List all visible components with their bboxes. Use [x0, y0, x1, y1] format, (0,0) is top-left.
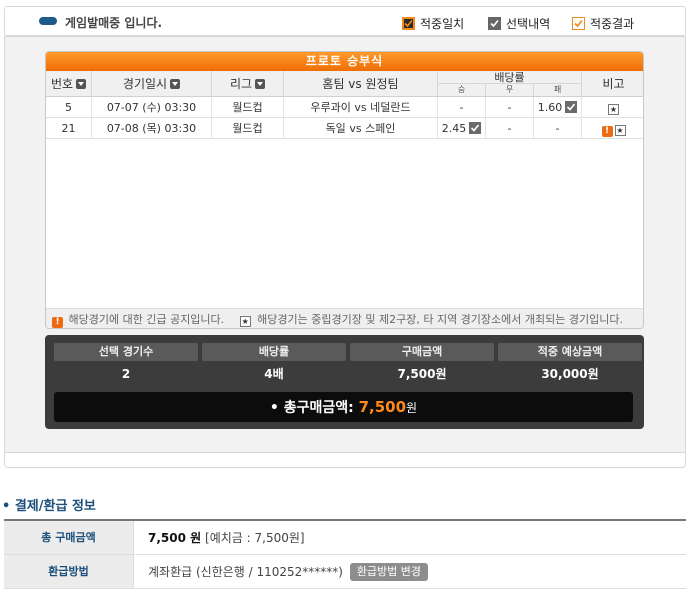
change-refund-button[interactable]: 환급방법 변경 [349, 563, 429, 581]
summary-value-odds: 4배 [264, 367, 284, 381]
odds-win[interactable]: - [438, 97, 486, 118]
home-team: 우루과이 [310, 101, 351, 114]
sort-league[interactable]: 리그 [212, 71, 284, 97]
refund-value-cell: 계좌환급 (신한은행 / 110252******) 환급방법 변경 [134, 555, 429, 588]
header-date: 경기일시 [122, 77, 168, 91]
status-bar: 게임발매중 입니다. 적중일치 선택내역 적중결과 [4, 6, 686, 36]
row-league: 월드컵 [212, 118, 284, 139]
summary-value-expected: 30,000원 [541, 367, 599, 381]
notice-star-text: 해당경기는 중립경기장 및 제2구장, 타 지역 경기장소에서 개최되는 경기입… [257, 313, 623, 326]
header-win: 승 [438, 84, 486, 96]
row-teams: 독일 vs 스페인 [284, 118, 438, 139]
refund-label: 환급방법 [4, 555, 134, 588]
home-team: 독일 [325, 122, 346, 135]
warning-icon[interactable]: ! [601, 126, 613, 137]
row-date: 07-07 (수) 03:30 [92, 97, 212, 118]
odds-draw[interactable]: - [486, 97, 534, 118]
deposit-text: [예치금 : 7,500원] [205, 531, 305, 545]
row-note: ★ [582, 97, 643, 118]
total-label: 총구매금액: [283, 400, 354, 416]
notice-warn-text: 해당경기에 대한 긴급 공지입니다. [68, 313, 225, 326]
star-icon: ★ [239, 316, 251, 327]
check-icon [565, 101, 578, 113]
legend-match-label: 적중일치 [420, 17, 465, 31]
header-lose: 패 [553, 85, 562, 94]
away-team: 스페인 [365, 122, 396, 135]
row-note: ! ★ [582, 118, 643, 139]
odds-lose-value: 1.60 [537, 101, 563, 114]
legend-match: 적중일치 [402, 15, 464, 32]
purchase-value: 7,500 원 [148, 531, 202, 545]
sort-icon [76, 79, 87, 89]
header-draw: 무 [486, 84, 534, 96]
bullet-icon: • [2, 499, 11, 514]
game-card: 프로토 승부식 번호 경기일시 리그 홈팀 vs 원정팀 배당률 승 무 패 비… [45, 51, 644, 329]
star-icon[interactable]: ★ [608, 104, 619, 115]
refund-row: 환급방법 계좌환급 (신한은행 / 110252******) 환급방법 변경 [4, 555, 686, 589]
odds-win-value: 2.45 [441, 122, 467, 135]
table-row: 5 07-07 (수) 03:30 월드컵 우루과이 vs 네덜란드 - - 1… [46, 97, 643, 118]
refund-value: 계좌환급 (신한은행 / 110252******) [148, 565, 343, 579]
summary-label-odds: 배당률 [202, 343, 346, 361]
summary-value-count: 2 [121, 367, 131, 381]
vs-label: vs [354, 101, 367, 114]
selected-checkbox-icon [488, 17, 501, 30]
header-teams: 홈팀 vs 원정팀 [284, 71, 438, 97]
summary-label-expected: 적중 예상금액 [498, 343, 642, 361]
legend-result-label: 적중결과 [590, 17, 635, 31]
result-checkbox-icon [572, 17, 585, 30]
summary-box: 선택 경기수 배당률 구매금액 적중 예상금액 2 4배 7,500원 30,0… [45, 335, 644, 429]
purchase-label: 총 구매금액 [4, 521, 134, 554]
total-unit: 원 [406, 401, 418, 415]
legend-result: 적중결과 [572, 15, 634, 32]
row-date: 07-08 (목) 03:30 [92, 118, 212, 139]
odds-lose-selected[interactable]: 1.60 [534, 97, 582, 118]
sort-icon [255, 79, 266, 89]
summary-label-amount: 구매금액 [350, 343, 494, 361]
row-teams: 우루과이 vs 네덜란드 [284, 97, 438, 118]
odds-lose[interactable]: - [534, 118, 582, 139]
odds-win-selected[interactable]: 2.45 [438, 118, 486, 139]
legend-selected-label: 선택내역 [506, 17, 551, 31]
sort-date[interactable]: 경기일시 [92, 71, 212, 97]
table-header: 번호 경기일시 리그 홈팀 vs 원정팀 배당률 승 무 패 비고 [46, 71, 643, 97]
status-text: 게임발매중 입니다. [65, 16, 163, 30]
payment-title-text: 결제/환급 정보 [14, 499, 96, 514]
odds-draw[interactable]: - [486, 118, 534, 139]
star-icon[interactable]: ★ [614, 125, 626, 136]
row-no: 21 [46, 118, 92, 139]
purchase-value-cell: 7,500 원 [예치금 : 7,500원] [134, 521, 305, 554]
summary-value-amount: 7,500원 [397, 367, 447, 381]
match-checkbox-icon [402, 17, 415, 30]
sort-icon [170, 79, 181, 89]
payment-section-title: • 결제/환급 정보 [2, 495, 96, 514]
purchase-row: 총 구매금액 7,500 원 [예치금 : 7,500원] [4, 521, 686, 555]
vs-label: vs [349, 122, 362, 135]
row-league: 월드컵 [212, 97, 284, 118]
table-row: 21 07-08 (목) 03:30 월드컵 독일 vs 스페인 2.45 - … [46, 118, 643, 139]
header-odds: 배당률 [438, 71, 581, 84]
card-title: 프로토 승부식 [46, 52, 643, 71]
row-no: 5 [46, 97, 92, 118]
summary-label-count: 선택 경기수 [54, 343, 198, 361]
header-no: 번호 [50, 77, 74, 91]
legend-selected: 선택내역 [488, 15, 550, 32]
payment-info-table: 총 구매금액 7,500 원 [예치금 : 7,500원] 환급방법 계좌환급 … [4, 519, 686, 589]
warning-icon: ! [52, 317, 63, 328]
header-note: 비고 [602, 77, 625, 91]
sort-no[interactable]: 번호 [46, 71, 92, 97]
notice-bar: ! 해당경기에 대한 긴급 공지입니다. ★ 해당경기는 중립경기장 및 제2구… [46, 308, 643, 328]
away-team: 네덜란드 [370, 101, 411, 114]
header-odds-group: 배당률 승 무 패 [438, 71, 582, 97]
total-purchase-bar: • 총구매금액: 7,500원 [54, 392, 633, 422]
bullet-icon: • [269, 400, 279, 416]
header-league: 리그 [229, 77, 253, 91]
main-panel: 프로토 승부식 번호 경기일시 리그 홈팀 vs 원정팀 배당률 승 무 패 비… [4, 36, 686, 453]
status-indicator-icon [39, 17, 57, 25]
total-amount: 7,500 [358, 398, 407, 416]
check-icon [469, 122, 482, 134]
panel-bottom-strip [4, 453, 686, 468]
